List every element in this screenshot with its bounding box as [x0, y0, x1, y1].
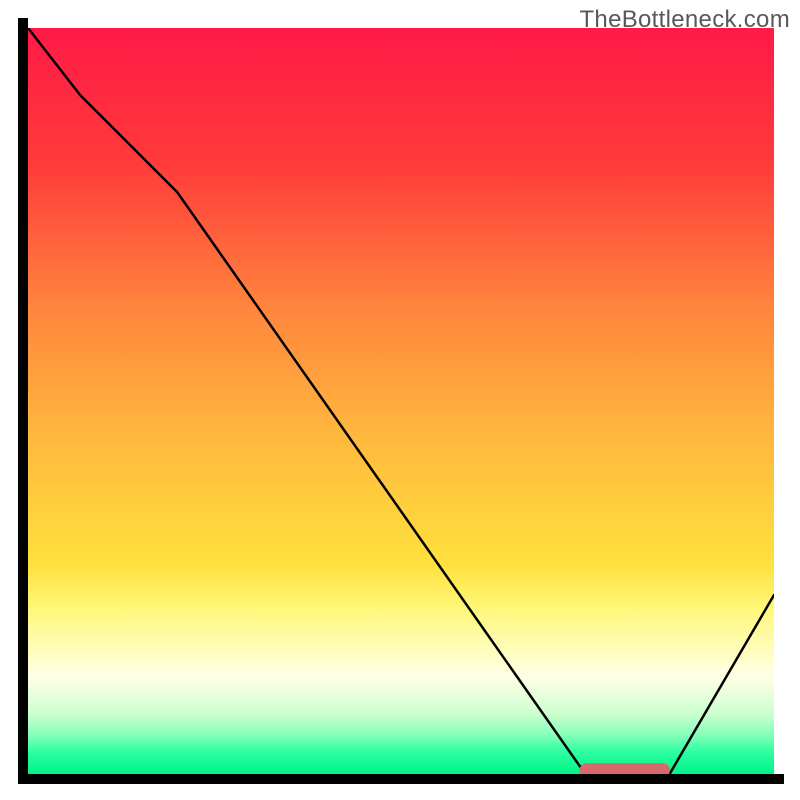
- x-axis-line: [18, 774, 784, 784]
- chart-plot-area: [28, 28, 774, 774]
- bottleneck-curve: [28, 28, 774, 774]
- chart-overlay: [28, 28, 774, 774]
- optimum-marker: [580, 764, 670, 774]
- y-axis-line: [18, 18, 28, 784]
